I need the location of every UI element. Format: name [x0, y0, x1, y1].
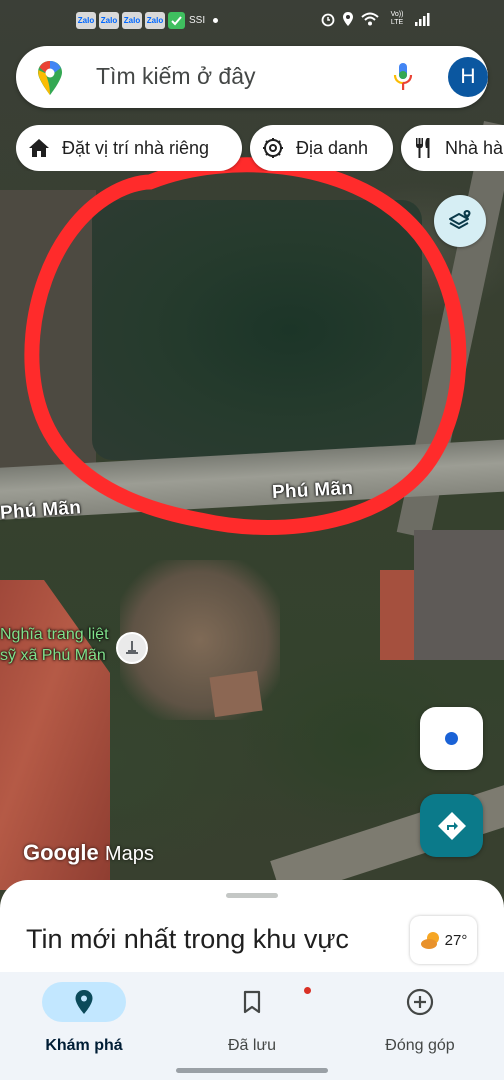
zalo-notification-icon: Zalo [76, 11, 96, 29]
search-input[interactable] [96, 63, 376, 90]
chip-label: Địa danh [296, 137, 369, 158]
notification-dot-icon [213, 17, 219, 23]
home-icon [29, 139, 49, 157]
status-bar: Zalo Zalo Zalo Zalo SSI Vo)) LTE [0, 0, 504, 40]
poi-label: Nghĩa trang liệt sỹ xã Phú Mãn [0, 626, 109, 664]
check-notification-icon [168, 11, 185, 29]
alarm-icon [321, 13, 335, 27]
my-location-button[interactable] [420, 707, 483, 770]
monument-icon[interactable] [116, 632, 148, 664]
chip-restaurants[interactable]: Nhà hàng [401, 125, 504, 171]
system-gesture-bar[interactable] [176, 1068, 328, 1073]
search-bar[interactable]: H [16, 46, 488, 108]
road-label: Phú Mãn [271, 477, 354, 504]
nav-label: Đóng góp [385, 1037, 455, 1054]
partly-cloudy-icon [420, 932, 439, 949]
bookmark-icon [243, 990, 261, 1014]
nav-saved[interactable]: Đã lưu [168, 982, 336, 1062]
sheet-title: Tin mới nhất trong khu vực [26, 924, 349, 954]
restaurant-icon [416, 138, 430, 158]
weather-temperature: 27° [444, 931, 468, 949]
category-chips: Đặt vị trí nhà riêng Địa danh Nhà hàng [16, 125, 504, 171]
location-status-icon [343, 12, 353, 26]
zalo-notification-icon: Zalo [122, 11, 142, 29]
landmark-icon [263, 138, 283, 158]
zalo-notification-icon: Zalo [99, 11, 119, 29]
carrier-text: SSI [189, 14, 206, 26]
chip-label: Đặt vị trí nhà riêng [62, 137, 210, 158]
avatar[interactable]: H [448, 57, 488, 97]
nav-icon-container [378, 982, 462, 1022]
nav-explore[interactable]: Khám phá [0, 982, 168, 1062]
explore-pin-icon [75, 990, 93, 1014]
map-layers-button[interactable] [434, 195, 486, 247]
add-circle-icon [406, 988, 434, 1016]
google-maps-logo: Google Maps [23, 840, 154, 865]
bottom-navigation: Khám phá Đã lưu Đóng góp [0, 972, 504, 1080]
zalo-notification-icon: Zalo [145, 11, 165, 29]
chip-set-home[interactable]: Đặt vị trí nhà riêng [16, 125, 242, 171]
nav-icon-container [210, 982, 311, 1022]
nav-label: Đã lưu [227, 1037, 277, 1054]
bottom-sheet[interactable]: Tin mới nhất trong khu vực 27° [0, 880, 504, 972]
volte-label: Vo)) LTE [390, 11, 404, 26]
my-location-icon [445, 732, 458, 745]
nav-label: Khám phá [45, 1037, 123, 1054]
chip-label: Nhà hàng [445, 137, 504, 158]
signal-icon [415, 13, 430, 26]
google-maps-pin-icon [38, 61, 62, 95]
chip-landmarks[interactable]: Địa danh [250, 125, 393, 171]
layers-icon [449, 210, 471, 229]
sheet-drag-handle[interactable] [226, 893, 278, 898]
directions-icon [437, 811, 466, 840]
wifi-icon [361, 12, 379, 26]
nav-active-indicator [42, 982, 126, 1022]
saved-badge-dot [304, 987, 311, 994]
directions-button[interactable] [420, 794, 483, 857]
nav-contribute[interactable]: Đóng góp [336, 982, 504, 1062]
weather-chip[interactable]: 27° [410, 916, 477, 964]
microphone-icon[interactable] [392, 62, 414, 92]
